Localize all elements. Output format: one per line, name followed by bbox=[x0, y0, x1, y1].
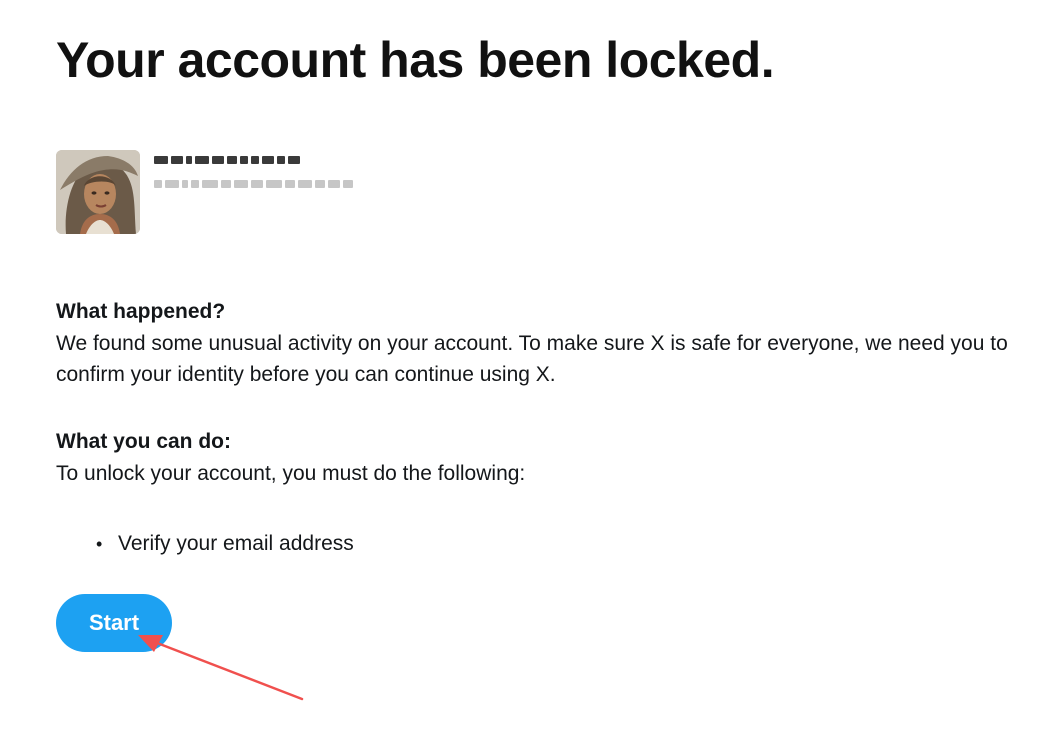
account-name-redacted bbox=[154, 156, 353, 164]
page-title: Your account has been locked. bbox=[56, 32, 775, 88]
what-happened-heading: What happened? bbox=[56, 300, 226, 323]
account-card bbox=[56, 150, 353, 234]
what-happened-section: What happened? We found some unusual act… bbox=[56, 298, 1041, 390]
account-handle-redacted bbox=[154, 180, 353, 188]
annotation-arrow-shaft bbox=[150, 639, 304, 701]
what-you-can-do-heading: What you can do: bbox=[56, 430, 231, 453]
what-you-can-do-section: What you can do: To unlock your account,… bbox=[56, 428, 1041, 489]
list-item: Verify your email address bbox=[96, 528, 354, 560]
start-button[interactable]: Start bbox=[56, 594, 172, 652]
what-happened-body: We found some unusual activity on your a… bbox=[56, 332, 1008, 386]
account-text bbox=[154, 156, 353, 188]
avatar bbox=[56, 150, 140, 234]
requirements-list: Verify your email address bbox=[96, 528, 354, 560]
avatar-image bbox=[56, 150, 140, 234]
what-you-can-do-body: To unlock your account, you must do the … bbox=[56, 462, 526, 485]
